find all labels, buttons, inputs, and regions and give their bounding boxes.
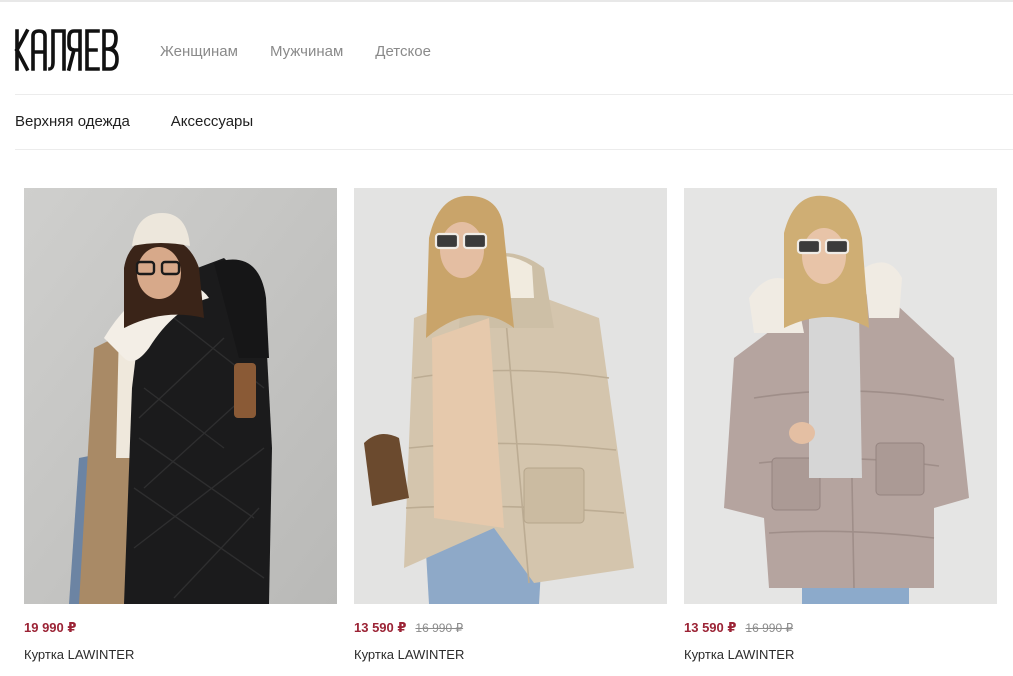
price-row: 13 590 ₽ 16 990 ₽	[684, 620, 997, 636]
product-card[interactable]: 13 590 ₽ 16 990 ₽ Куртка LAWINTER	[684, 188, 997, 662]
brand-logo[interactable]	[14, 28, 119, 72]
product-card[interactable]: 13 590 ₽ 16 990 ₽ Куртка LAWINTER	[354, 188, 667, 662]
nav-kids[interactable]: Детское	[375, 43, 431, 60]
product-title[interactable]: Куртка LAWINTER	[24, 647, 337, 662]
current-price: 13 590 ₽	[684, 620, 737, 635]
category-accessories[interactable]: Аксессуары	[171, 113, 253, 130]
site-header: Женщинам Мужчинам Детское	[0, 2, 1013, 94]
category-divider	[15, 149, 1013, 150]
old-price: 16 990 ₽	[745, 621, 794, 635]
nav-women[interactable]: Женщинам	[160, 43, 238, 60]
old-price: 16 990 ₽	[415, 621, 464, 635]
category-outerwear[interactable]: Верхняя одежда	[15, 113, 130, 130]
product-grid: 19 990 ₽ Куртка LAWINTER 13 590 ₽ 16 990…	[24, 188, 997, 662]
price-row: 19 990 ₽	[24, 620, 337, 636]
product-image[interactable]	[354, 188, 667, 604]
logo-wordmark-icon	[14, 28, 119, 72]
current-price: 19 990 ₽	[24, 620, 77, 635]
product-title[interactable]: Куртка LAWINTER	[684, 647, 997, 662]
header-divider	[15, 94, 1013, 95]
product-title[interactable]: Куртка LAWINTER	[354, 647, 667, 662]
main-nav: Женщинам Мужчинам Детское	[160, 43, 431, 60]
product-image[interactable]	[684, 188, 997, 604]
price-row: 13 590 ₽ 16 990 ₽	[354, 620, 667, 636]
nav-men[interactable]: Мужчинам	[270, 43, 343, 60]
model-beige-jacket-icon	[354, 188, 667, 604]
product-card[interactable]: 19 990 ₽ Куртка LAWINTER	[24, 188, 337, 662]
category-nav: Верхняя одежда Аксессуары	[15, 113, 253, 130]
current-price: 13 590 ₽	[354, 620, 407, 635]
model-black-coat-icon	[24, 188, 337, 604]
product-image[interactable]	[24, 188, 337, 604]
model-taupe-jacket-icon	[684, 188, 997, 604]
